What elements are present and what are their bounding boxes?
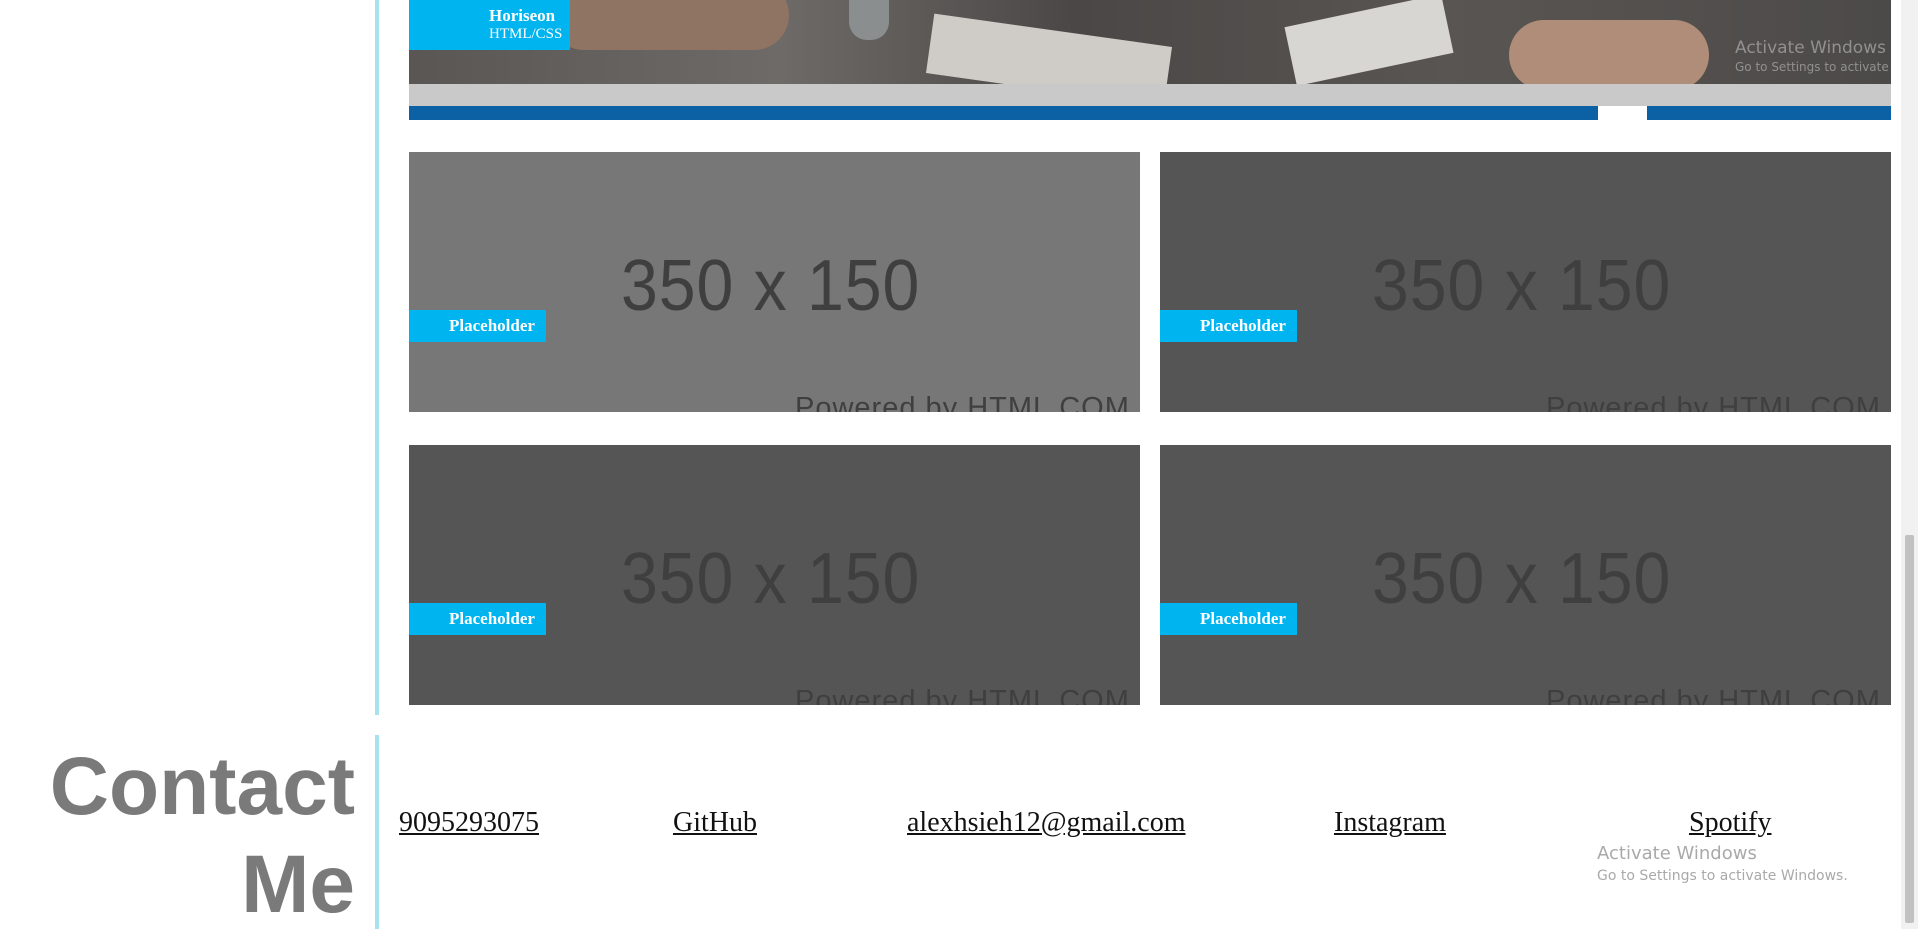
featured-project-name: Horiseon: [489, 6, 556, 25]
phone-link[interactable]: 9095293075: [399, 807, 539, 839]
placeholder-image-text: 350 x 150: [1372, 539, 1672, 619]
featured-project-image[interactable]: [409, 0, 1891, 84]
contact-heading: Contact Me: [20, 738, 355, 934]
watermark-title: Activate Windows: [1735, 38, 1886, 58]
watermark-subtitle: Go to Settings to activate: [1735, 60, 1889, 74]
image-detail: [925, 13, 1173, 84]
watermark-subtitle: Go to Settings to activate Windows.: [1597, 868, 1848, 884]
project-label: Placeholder: [1200, 316, 1286, 335]
placeholder-image-caption: Powered by HTML.COM: [1546, 392, 1881, 412]
featured-project-bar: [1647, 106, 1891, 120]
contact-heading-line2: Me: [241, 839, 355, 930]
project-label-badge[interactable]: Placeholder: [1160, 310, 1297, 342]
contact-heading-line1: Contact: [49, 741, 355, 832]
placeholder-image-text: 350 x 150: [621, 246, 921, 326]
project-card[interactable]: 350 x 150 Powered by HTML.COM Placeholde…: [1160, 152, 1891, 412]
image-detail: [1509, 20, 1709, 84]
project-label: Placeholder: [449, 316, 535, 335]
placeholder-image-caption: Powered by HTML.COM: [1546, 685, 1881, 705]
project-card[interactable]: 350 x 150 Powered by HTML.COM Placeholde…: [1160, 445, 1891, 705]
activate-windows-watermark: Activate Windows Go to Settings to activ…: [1735, 38, 1889, 74]
email-link[interactable]: alexhsieh12@gmail.com: [907, 807, 1186, 839]
project-label: Placeholder: [1200, 609, 1286, 628]
project-label-badge[interactable]: Placeholder: [1160, 603, 1297, 635]
image-detail: [1284, 0, 1454, 84]
section-divider-line: [375, 0, 379, 715]
github-link[interactable]: GitHub: [673, 807, 757, 839]
spotify-link[interactable]: Spotify: [1689, 807, 1771, 839]
contact-divider-line: [375, 735, 379, 929]
project-label: Placeholder: [449, 609, 535, 628]
placeholder-image-caption: Powered by HTML.COM: [795, 392, 1130, 412]
scrollbar-thumb[interactable]: [1905, 535, 1914, 923]
project-card[interactable]: 350 x 150 Powered by HTML.COM Placeholde…: [409, 152, 1140, 412]
featured-project-bar: [409, 106, 1598, 120]
image-detail: [549, 0, 789, 50]
featured-project-badge[interactable]: Horiseon HTML/CSS: [409, 0, 570, 50]
watermark-title: Activate Windows: [1597, 843, 1757, 864]
featured-project-frame: [409, 84, 1891, 106]
vertical-scrollbar[interactable]: [1901, 0, 1918, 929]
project-label-badge[interactable]: Placeholder: [409, 603, 546, 635]
placeholder-image-text: 350 x 150: [621, 539, 921, 619]
project-card[interactable]: 350 x 150 Powered by HTML.COM Placeholde…: [409, 445, 1140, 705]
project-label-badge[interactable]: Placeholder: [409, 310, 546, 342]
placeholder-image-text: 350 x 150: [1372, 246, 1672, 326]
placeholder-image-caption: Powered by HTML.COM: [795, 685, 1130, 705]
instagram-link[interactable]: Instagram: [1334, 807, 1446, 839]
featured-project-subtitle: HTML/CSS: [489, 26, 563, 42]
activate-windows-watermark: Activate Windows Go to Settings to activ…: [1597, 843, 1848, 884]
image-detail: [849, 0, 889, 40]
